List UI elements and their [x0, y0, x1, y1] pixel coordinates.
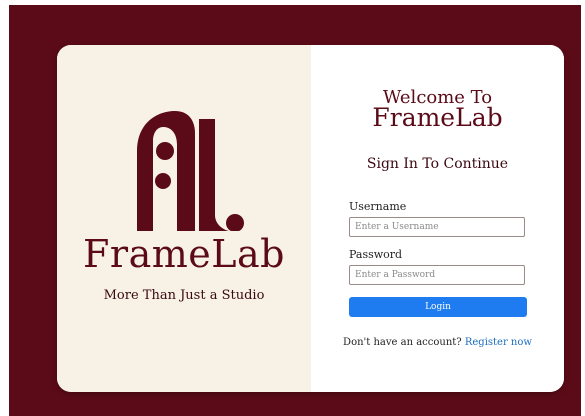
page-background: FrameLab More Than Just a Studio Welcome…	[9, 5, 581, 416]
brand-title: FrameLab	[83, 232, 285, 276]
welcome-brand: FrameLab	[372, 103, 503, 132]
username-label: Username	[349, 200, 407, 213]
signup-row: Don't have an account? Register now	[311, 337, 564, 348]
username-input[interactable]	[349, 217, 525, 237]
login-button[interactable]: Login	[349, 297, 527, 317]
framelab-logo-icon	[137, 111, 244, 231]
password-input[interactable]	[349, 265, 525, 285]
brand-tagline: More Than Just a Studio	[103, 288, 265, 303]
signin-subtitle: Sign In To Continue	[366, 156, 509, 172]
login-panel: Welcome To FrameLab Sign In To Continue …	[311, 45, 564, 392]
password-label: Password	[349, 248, 403, 261]
brand-panel: FrameLab More Than Just a Studio	[57, 45, 311, 392]
signup-prompt: Don't have an account?	[343, 337, 462, 348]
register-link[interactable]: Register now	[465, 337, 532, 348]
login-card: FrameLab More Than Just a Studio Welcome…	[57, 45, 564, 392]
